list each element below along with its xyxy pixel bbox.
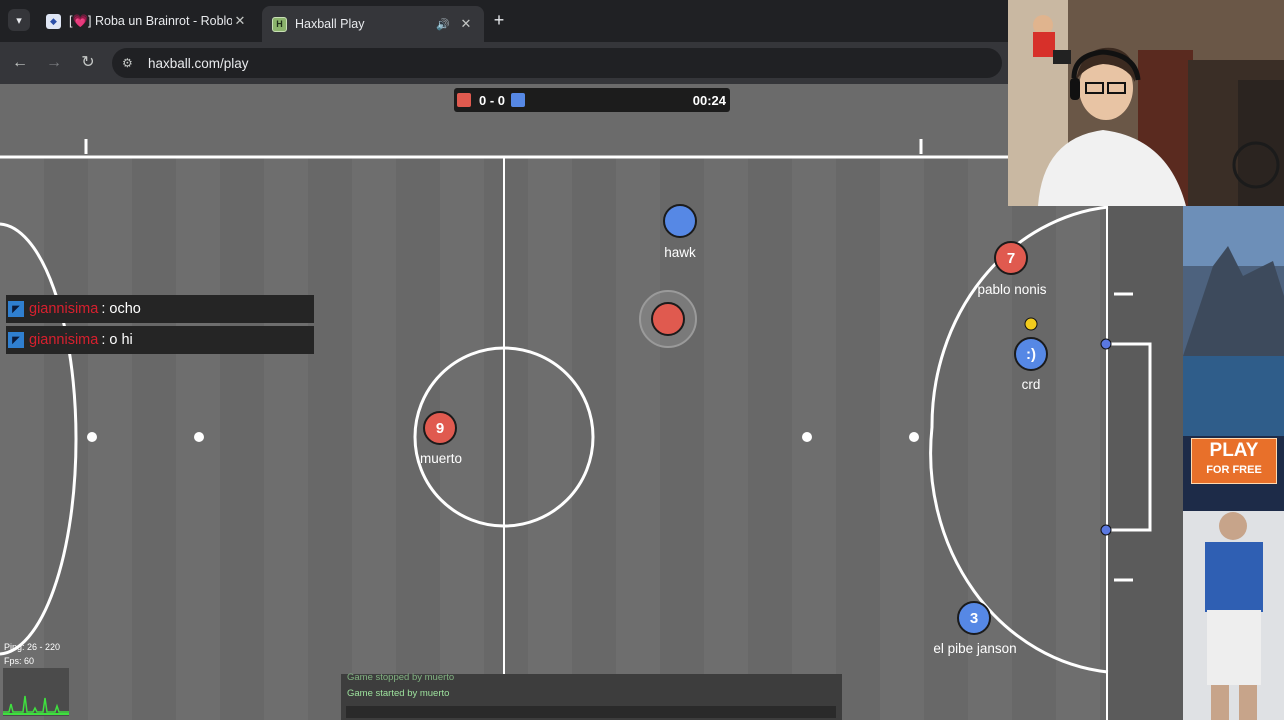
streamer-image xyxy=(1008,0,1284,206)
chat-username: giannisima xyxy=(29,332,99,348)
penalty-spot xyxy=(802,432,812,442)
match-timer: 00:24 xyxy=(692,92,726,108)
close-icon[interactable]: ✕ xyxy=(232,13,248,29)
play-label: PLAY xyxy=(1209,440,1259,461)
new-tab-button[interactable]: + xyxy=(488,10,510,31)
chat-message: ◤ giannisima : o hi xyxy=(6,326,314,354)
player-name: muerto xyxy=(419,451,463,466)
player-disc: 3 xyxy=(957,601,991,635)
speaker-icon[interactable]: 🔊 xyxy=(436,18,452,31)
back-button[interactable]: ← xyxy=(9,52,31,74)
play-for-free-button[interactable]: PLAY FOR FREE xyxy=(1191,438,1277,484)
player-disc: 7 xyxy=(994,241,1028,275)
tab-title: [💗] Roba un Brainrot - Roblox xyxy=(69,13,232,28)
fps-graph xyxy=(3,668,69,716)
chat-text: : o hi xyxy=(101,332,133,348)
player-disc xyxy=(663,204,697,238)
free-label: FOR FREE xyxy=(1206,464,1262,476)
chat-username: giannisima xyxy=(29,301,99,317)
player-name: crd xyxy=(1021,377,1041,392)
scoreboard: 0 - 0 00:24 xyxy=(454,88,730,112)
penalty-spot xyxy=(87,432,97,442)
chat-user-icon: ◤ xyxy=(8,301,24,317)
score: 0 - 0 xyxy=(479,92,506,108)
pitch-grass xyxy=(0,157,1108,720)
tab-title: Haxball Play xyxy=(295,17,365,31)
chat-input[interactable] xyxy=(346,706,836,718)
player-disc xyxy=(651,302,685,336)
url-text: haxball.com/play xyxy=(148,55,249,71)
game-log: Game stopped by muerto Game started by m… xyxy=(341,672,842,720)
tab-search-button[interactable]: ▾ xyxy=(8,9,30,31)
site-settings-icon[interactable]: ⚙ xyxy=(122,56,140,70)
goal-post xyxy=(1100,524,1112,536)
log-line: Game started by muerto xyxy=(347,688,450,699)
red-team-badge xyxy=(457,93,471,107)
player-disc: 9 xyxy=(423,411,457,445)
address-bar[interactable]: ⚙ haxball.com/play xyxy=(112,48,1002,78)
browser-tab-bar: ▾ ◆ [💗] Roba un Brainrot - Roblox ✕ H Ha… xyxy=(0,0,1008,42)
player-name: pablo nonis xyxy=(977,282,1047,297)
forward-button[interactable]: → xyxy=(43,52,65,74)
goal-area-outside xyxy=(1108,157,1184,720)
browser-toolbar: ← → ↻ ⚙ haxball.com/play xyxy=(0,42,1008,84)
penalty-spot xyxy=(909,432,919,442)
advertisement[interactable]: PLAY FOR FREE xyxy=(1183,206,1284,720)
blue-team-badge xyxy=(511,93,526,107)
player-name: el pibe janson xyxy=(933,641,1017,656)
player-name: hawk xyxy=(664,245,696,260)
ball xyxy=(1024,317,1038,331)
tab-haxball[interactable]: H Haxball Play 🔊 ✕ xyxy=(262,6,484,42)
player-disc: :) xyxy=(1014,337,1048,371)
close-icon[interactable]: ✕ xyxy=(458,16,474,32)
tab-roblox[interactable]: ◆ [💗] Roba un Brainrot - Roblox ✕ xyxy=(36,6,258,36)
penalty-spot xyxy=(194,432,204,442)
chat-text: : ocho xyxy=(101,301,141,317)
net-stats: Ping: 26 - 220 Fps: 60 xyxy=(4,640,60,668)
chat-message: ◤ giannisima : ocho xyxy=(6,295,314,323)
webcam-overlay xyxy=(1008,0,1284,206)
reload-button[interactable]: ↻ xyxy=(77,52,99,74)
fps-text: Fps: 60 xyxy=(4,656,35,666)
haxball-icon: H xyxy=(272,16,287,32)
goal-post xyxy=(1100,338,1112,350)
chat-user-icon: ◤ xyxy=(8,332,24,348)
roblox-icon: ◆ xyxy=(46,13,61,29)
ping-text: Ping: 26 - 220 xyxy=(4,642,61,652)
log-line: Game stopped by muerto xyxy=(347,672,455,683)
